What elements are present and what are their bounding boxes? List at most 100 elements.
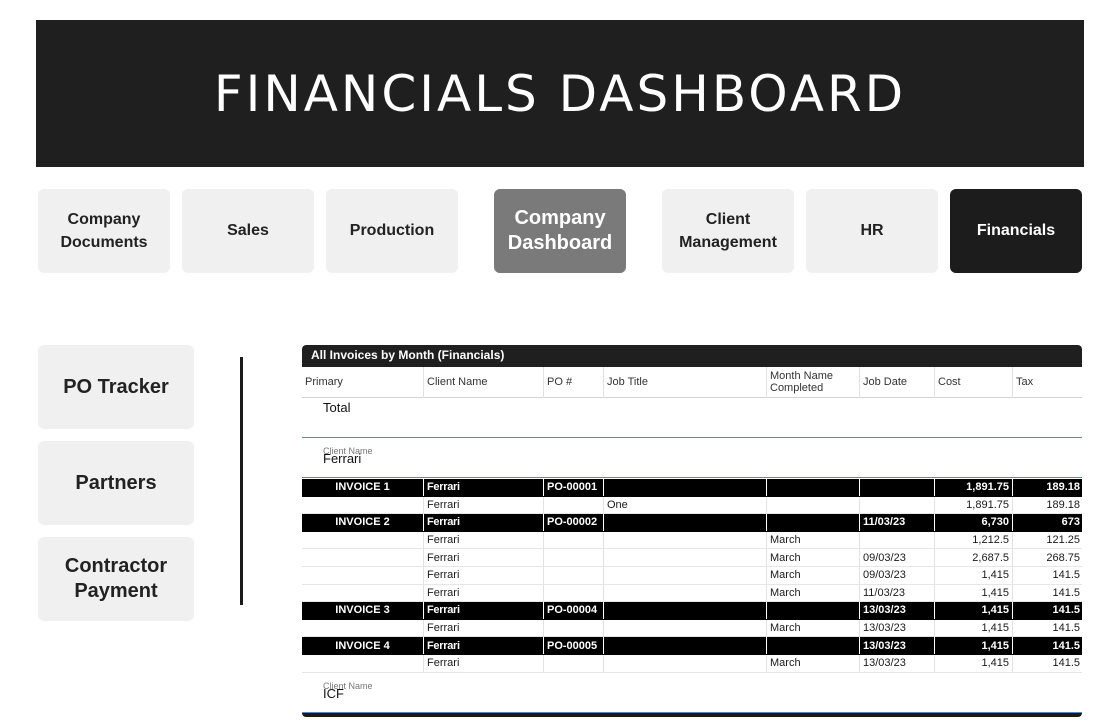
client-group-value: ICF (323, 685, 344, 701)
cell-job-date: 13/03/23 (859, 637, 934, 654)
cell-job-title (603, 531, 766, 549)
cell-po-number (543, 496, 603, 514)
nav-tile-label: Financials (976, 222, 1056, 240)
table-row[interactable]: Ferrari March 09/03/23 2,687.5 268.75 (302, 549, 1082, 567)
cell-cost: 6,730 (934, 514, 1012, 531)
cell-po-number (543, 531, 603, 549)
column-header-job-date[interactable]: Job Date (859, 367, 934, 398)
nav-tile-company-documents[interactable]: Company Documents (38, 189, 170, 273)
cell-po-number: PO-00005 (543, 637, 603, 654)
column-header-client-name[interactable]: Client Name (423, 367, 543, 398)
cell-po-number: PO-00004 (543, 602, 603, 619)
cell-po-number (543, 566, 603, 584)
invoice-summary-row[interactable]: INVOICE 3 Ferrari PO-00004 13/03/23 1,415 141… (302, 602, 1082, 620)
column-header-primary[interactable]: Primary (302, 367, 423, 398)
column-header-po-number[interactable]: PO # (543, 367, 603, 398)
total-group-row[interactable]: Total (302, 398, 1082, 438)
cell-client-name: Ferrari (423, 602, 543, 619)
nav-tile-hr[interactable]: HR (806, 189, 938, 273)
nav-tile-production[interactable]: Production (326, 189, 458, 273)
cell-client-name: Ferrari (423, 566, 543, 584)
vertical-divider (240, 357, 243, 605)
column-header-month-completed[interactable]: Month Name Completed (766, 367, 859, 398)
table-row[interactable]: Ferrari March 13/03/23 1,415 141.5 (302, 654, 1082, 673)
cell-job-date (859, 479, 934, 496)
cell-tax: 141.5 (1012, 584, 1082, 602)
cell-tax: 189.18 (1012, 479, 1082, 496)
nav-tile-label: Client Management (679, 210, 777, 251)
cell-job-date (859, 531, 934, 549)
client-group-row[interactable]: Client Name Ferrari (302, 438, 1082, 478)
column-header-job-title[interactable]: Job Title (603, 367, 766, 398)
invoice-summary-row[interactable]: INVOICE 2 Ferrari PO-00002 11/03/23 6,730 673 (302, 514, 1082, 532)
client-group-row[interactable]: Client Name ICF (302, 672, 1082, 713)
banner-title: FINANCIALS DASHBOARD (213, 64, 907, 123)
cell-job-title (603, 479, 766, 496)
nav-tile-company-dashboard[interactable]: Company Dashboard (494, 189, 626, 273)
cell-job-title (603, 619, 766, 637)
column-header-tax[interactable]: Tax (1012, 367, 1082, 398)
side-tile-po-tracker[interactable]: PO Tracker (38, 345, 194, 429)
nav-tile-sales[interactable]: Sales (182, 189, 314, 273)
cell-job-title (603, 654, 766, 672)
table-row[interactable]: Ferrari March 09/03/23 1,415 141.5 (302, 566, 1082, 585)
cell-po-number (543, 654, 603, 672)
cell-month-completed (766, 496, 859, 514)
cell-client-name: Ferrari (423, 654, 543, 672)
cell-cost: 1,415 (934, 602, 1012, 619)
cell-po-number (543, 549, 603, 566)
nav-tile-label: Sales (227, 222, 269, 240)
cell-cost: 1,415 (934, 619, 1012, 637)
invoice-summary-row[interactable]: INVOICE 1 Ferrari PO-00001 1,891.75 189.18 (302, 479, 1082, 497)
dashboard-banner: FINANCIALS DASHBOARD (36, 20, 1084, 167)
cell-primary: INVOICE 2 (335, 516, 390, 529)
nav-tile-financials[interactable]: Financials (950, 189, 1082, 273)
cell-job-date: 13/03/23 (859, 654, 934, 672)
cell-job-date: 11/03/23 (859, 584, 934, 602)
table-row[interactable]: Ferrari March 11/03/23 1,415 141.5 (302, 584, 1082, 603)
cell-client-name: Ferrari (423, 531, 543, 549)
nav-tile-label: Company Documents (60, 210, 148, 251)
cell-primary: INVOICE 3 (335, 604, 390, 617)
nav-tile-label: HR (860, 222, 884, 240)
cell-month-completed: March (766, 566, 859, 584)
cell-tax: 189.18 (1012, 496, 1082, 514)
side-tile-partners[interactable]: Partners (38, 441, 194, 525)
nav-tile-client-management[interactable]: Client Management (662, 189, 794, 273)
invoice-summary-row[interactable]: INVOICE 4 Ferrari PO-00005 13/03/23 1,415 141… (302, 637, 1082, 655)
cell-cost: 1,212.5 (934, 531, 1012, 549)
cell-primary (302, 655, 423, 672)
cell-primary: INVOICE 1 (335, 481, 390, 494)
cell-month-completed: March (766, 654, 859, 672)
cell-tax: 121.25 (1012, 531, 1082, 549)
cell-month-completed: March (766, 531, 859, 549)
cell-month-completed: March (766, 549, 859, 566)
cell-month-completed (766, 514, 859, 531)
cell-client-name: Ferrari (423, 584, 543, 602)
cell-job-date: 09/03/23 (859, 549, 934, 566)
cell-tax: 141.5 (1012, 566, 1082, 584)
cell-primary: INVOICE 4 (335, 639, 390, 652)
cell-cost: 1,415 (934, 584, 1012, 602)
cell-job-title (603, 637, 766, 654)
cell-month-completed (766, 637, 859, 654)
client-group-value: Ferrari (323, 451, 362, 466)
cell-cost: 1,891.75 (934, 479, 1012, 496)
table-row[interactable]: Ferrari One 1,891.75 189.18 (302, 496, 1082, 515)
cell-primary (302, 567, 423, 584)
cell-month-completed: March (766, 619, 859, 637)
cell-tax: 141.5 (1012, 619, 1082, 637)
cell-tax: 141.5 (1012, 654, 1082, 672)
cell-client-name: Ferrari (423, 549, 543, 566)
table-row[interactable]: Ferrari March 13/03/23 1,415 141.5 (302, 619, 1082, 638)
cell-client-name: Ferrari (423, 619, 543, 637)
cell-client-name: Ferrari (423, 637, 543, 654)
cell-primary (302, 532, 423, 549)
cell-job-date: 13/03/23 (859, 619, 934, 637)
report-bottom-rule (302, 713, 1082, 717)
table-row[interactable]: Ferrari March 1,212.5 121.25 (302, 531, 1082, 550)
cell-po-number (543, 584, 603, 602)
column-header-cost[interactable]: Cost (934, 367, 1012, 398)
side-tile-contractor-payment[interactable]: Contractor Payment (38, 537, 194, 621)
cell-cost: 2,687.5 (934, 549, 1012, 566)
